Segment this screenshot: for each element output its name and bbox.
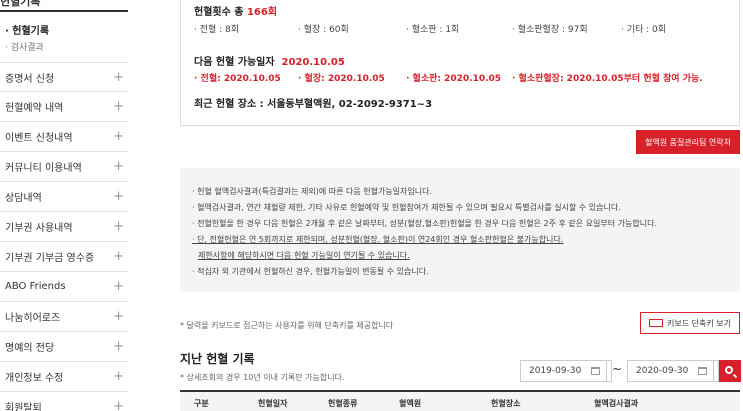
date-range-separator: ~	[612, 362, 623, 376]
page: 헌혈기록 · 헌혈기록 · 검사결과 증명서 신청 + 헌혈예약 내역 + 이벤…	[0, 0, 743, 411]
keyboard-shortcut-button[interactable]: 키보드 단축키 보기	[640, 312, 740, 334]
sidebar-sub-item-test-result[interactable]: · 검사결과	[5, 40, 44, 53]
column-header: 혈액검사결과	[594, 399, 639, 408]
calendar-icon	[698, 367, 707, 375]
next-donation-title: 다음 헌혈 가능일자 2020.10.05	[194, 53, 345, 68]
column-header: 헌혈일자	[258, 399, 288, 408]
sidebar-item-profile-edit[interactable]: 개인정보 수정 +	[0, 362, 128, 392]
column-header: 혈액원	[399, 399, 422, 408]
notice-line: · 헌혈 혈액검사결과(특검결과는 제외)에 따른 다음 헌혈가능일자입니다.	[192, 187, 433, 196]
donation-total: 헌혈횟수 총 166회	[194, 3, 277, 18]
sidebar-item-reservation[interactable]: 헌혈예약 내역 +	[0, 92, 128, 122]
sidebar-item-community[interactable]: 커뮤니티 이용내역 +	[0, 152, 128, 182]
sidebar-header-label: 헌혈기록	[0, 0, 41, 8]
notice-line: · 전혈헌혈을 한 경우 다음 헌혈은 2개월 후 같은 날짜부터, 성분(혈장…	[192, 219, 657, 228]
plus-icon: +	[113, 129, 124, 144]
plus-icon: +	[113, 99, 124, 114]
sidebar-item-label: 개인정보 수정	[5, 373, 64, 384]
next-whole-blood: · 전혈: 2020.10.05	[194, 74, 281, 84]
stat-other: · 기타 : 0회	[621, 25, 667, 35]
next-donation-date: 2020.10.05	[281, 57, 345, 68]
notice-box: · 헌혈 혈액검사결과(특검결과는 제외)에 따른 다음 헌혈가능일자입니다. …	[180, 168, 740, 292]
stat-platelet: · 혈소판 : 1회	[406, 25, 460, 35]
sidebar-item-consultation[interactable]: 상담내역 +	[0, 182, 128, 212]
next-platelet-plasma: · 혈소판혈장: 2020.10.05부터 헌혈 참여 가능.	[512, 74, 703, 84]
sidebar-item-label: 헌혈예약 내역	[5, 103, 64, 114]
stat-whole-blood: · 전혈 : 8회	[194, 25, 240, 35]
sidebar-item-donation-voucher[interactable]: 기부권 사용내역 +	[0, 212, 128, 242]
next-platelet: · 혈소판: 2020.10.05	[406, 74, 502, 84]
calendar-from-button[interactable]	[585, 360, 607, 382]
next-donation-label: 다음 헌혈 가능일자	[194, 57, 275, 68]
sidebar-header: 헌혈기록	[0, 0, 128, 12]
keyboard-icon	[649, 319, 664, 327]
column-header: 헌혈장소	[491, 399, 521, 408]
sidebar-item-label: 커뮤니티 이용내역	[5, 163, 82, 174]
sidebar-sub-item-active[interactable]: · 헌혈기록	[5, 22, 49, 37]
recent-donation-place: 최근 헌혈 장소 : 서울동부혈액원, 02-2092-9371~3	[194, 99, 433, 110]
keyboard-shortcut-note: * 달력을 키보드로 접근하는 사용자를 위해 단축키를 제공합니다	[180, 321, 394, 330]
sidebar-item-certificate[interactable]: 증명서 신청 +	[0, 62, 128, 92]
column-header: 구분	[194, 399, 209, 408]
plus-icon: +	[113, 339, 124, 354]
plus-icon: +	[113, 399, 124, 411]
calendar-icon	[591, 367, 600, 375]
sidebar-item-label: ABO Friends	[5, 281, 66, 292]
sidebar-item-label: 명예의 전당	[5, 343, 55, 354]
stat-plasma: · 혈장 : 60회	[298, 25, 349, 35]
sidebar-item-heroes[interactable]: 나눔히어로즈 +	[0, 302, 128, 332]
sidebar-item-label: 이벤트 신청내역	[5, 133, 73, 144]
next-plasma: · 혈장: 2020.10.05	[298, 74, 385, 84]
sidebar-item-label: 기부권 기부금 영수증	[5, 253, 95, 264]
sidebar-item-receipt[interactable]: 기부권 기부금 영수증 +	[0, 242, 128, 272]
history-table-header: 구분 헌혈일자 헌혈종류 혈액원 헌혈장소 혈액검사결과	[180, 390, 740, 411]
search-button[interactable]	[719, 360, 741, 382]
stat-platelet-plasma: · 혈소판혈장 : 97회	[512, 25, 588, 35]
sidebar-item-label: 상담내역	[5, 193, 42, 204]
sidebar: 헌혈기록 · 헌혈기록 · 검사결과 증명서 신청 + 헌혈예약 내역 + 이벤…	[0, 0, 130, 411]
keyboard-shortcut-button-label: 키보드 단축키 보기	[667, 318, 731, 328]
donation-total-value: 166회	[246, 7, 278, 18]
plus-icon: +	[113, 159, 124, 174]
column-header: 헌혈종류	[328, 399, 358, 408]
plus-icon: +	[113, 249, 124, 264]
sidebar-item-label: 증명서 신청	[5, 73, 55, 85]
plus-icon: +	[113, 309, 124, 324]
sidebar-item-label: 기부권 사용내역	[5, 223, 73, 234]
notice-line: · 적십자 외 기관에서 헌혈하신 경우, 헌혈가능일이 변동될 수 있습니다.	[192, 267, 429, 276]
sidebar-item-abo-friends[interactable]: ABO Friends +	[0, 272, 128, 302]
sidebar-item-event[interactable]: 이벤트 신청내역 +	[0, 122, 128, 152]
sidebar-item-hall-of-fame[interactable]: 명예의 전당 +	[0, 332, 128, 362]
donation-total-label: 헌혈횟수 총	[194, 7, 247, 18]
plus-icon: +	[113, 279, 124, 294]
sidebar-item-withdraw[interactable]: 회원탈퇴 +	[0, 392, 128, 411]
plus-icon: +	[113, 189, 124, 204]
plus-icon: +	[113, 69, 124, 85]
notice-line: · 단, 전혈헌혈은 연 5회까지로 제한되며, 성분헌혈(혈장, 혈소판)이 …	[192, 235, 564, 244]
history-note: * 상세조회의 경우 10년 이내 기록만 가능합니다.	[180, 373, 345, 382]
history-title: 지난 헌혈 기록	[180, 352, 255, 366]
quality-team-contact-button[interactable]: 혈액원 품질관리팀 연락처	[636, 130, 740, 154]
plus-icon: +	[113, 219, 124, 234]
sidebar-item-label: 회원탈퇴	[5, 403, 42, 411]
calendar-to-button[interactable]	[692, 360, 714, 382]
sidebar-item-label: 나눔히어로즈	[5, 313, 61, 324]
notice-line: · 혈액검사결과, 연간 채혈량 제한, 기타 사유로 헌혈예약 및 헌혈참여가…	[192, 203, 621, 212]
search-icon	[725, 366, 733, 374]
plus-icon: +	[113, 369, 124, 384]
notice-line: 제한사항에 해당하시면 다음 헌혈 가능일이 연기될 수 있습니다.	[198, 251, 410, 260]
